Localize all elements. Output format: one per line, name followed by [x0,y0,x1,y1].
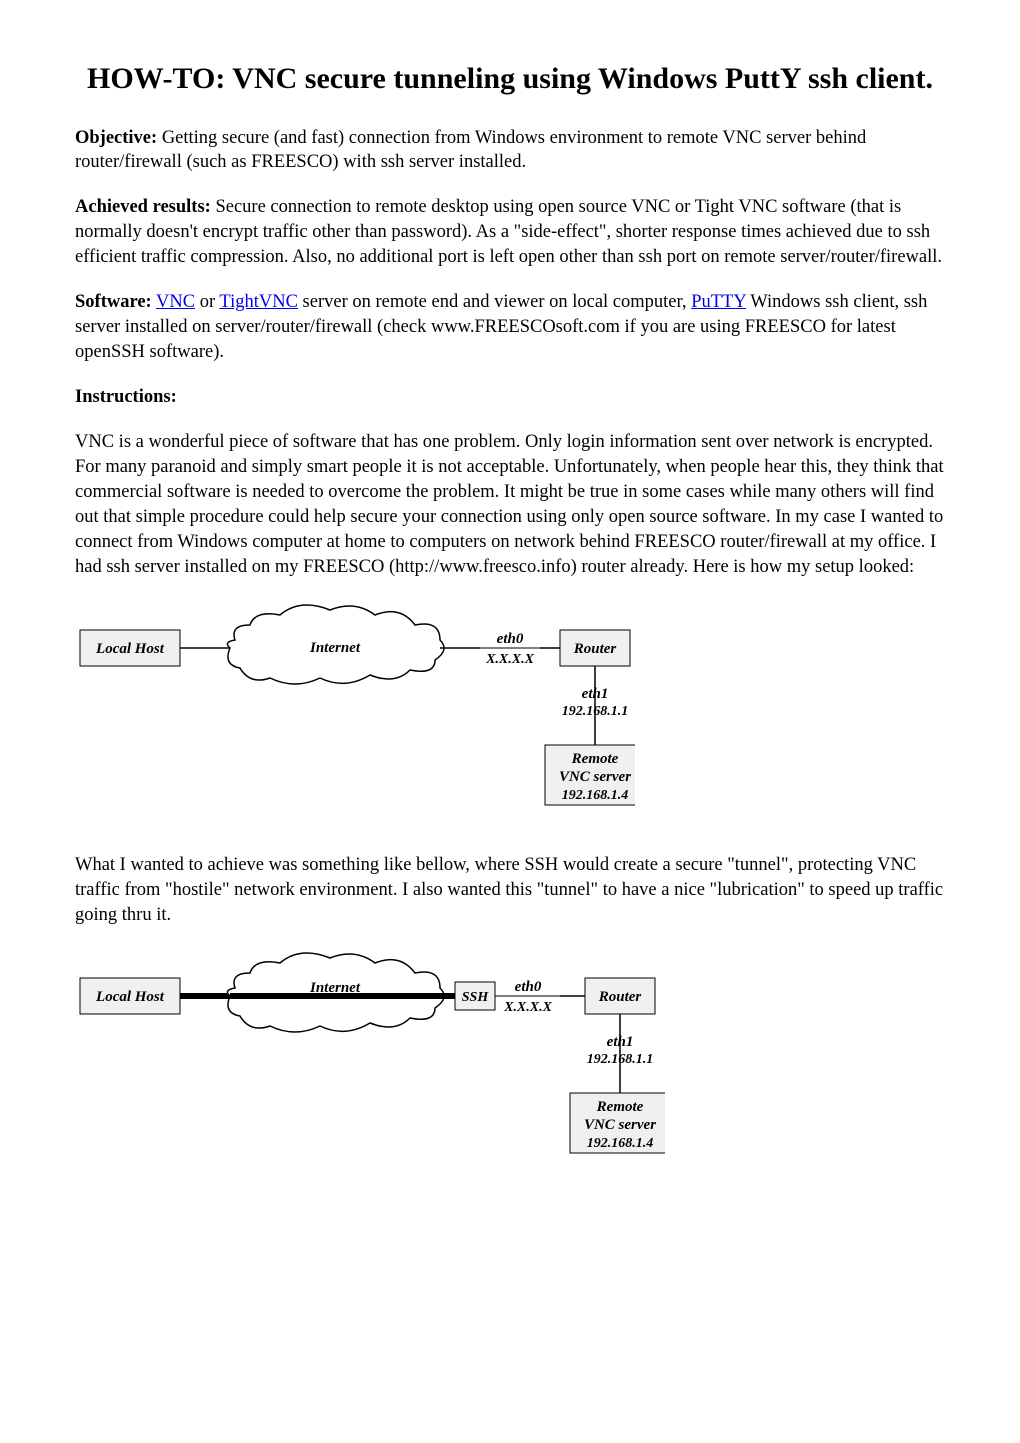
software-mid1: or [195,292,219,312]
diagram2-remote: Remote [596,1099,644,1115]
software-mid2: server on remote end and viewer on local… [298,292,691,312]
diagram1-vnc-server: VNC server [559,769,631,785]
achieved-paragraph: Achieved results: Secure connection to r… [75,195,945,270]
diagram2-vnc-ip: 192.168.1.4 [587,1136,654,1151]
diagram2-eth1: eth1 [607,1034,634,1050]
diagram2-internet: Internet [309,980,361,996]
diagram1-remote: Remote [571,751,619,767]
body-paragraph-2: What I wanted to achieve was something l… [75,853,945,928]
diagram1-eth1: eth1 [582,686,609,702]
instructions-heading: Instructions: [75,385,945,410]
instructions-label: Instructions: [75,387,177,407]
body-paragraph-1: VNC is a wonderful piece of software tha… [75,430,945,580]
diagram2-router: Router [598,989,642,1005]
tightvnc-link[interactable]: TightVNC [219,292,298,312]
diagram2-eth0-ip: X.X.X.X [503,1000,553,1015]
diagram1-eth1-ip: 192.168.1.1 [562,704,629,719]
page-title: HOW-TO: VNC secure tunneling using Windo… [75,60,945,98]
objective-label: Objective: [75,128,157,148]
achieved-label: Achieved results: [75,197,211,217]
diagram1-vnc-ip: 192.168.1.4 [562,788,629,803]
diagram2-vnc-server: VNC server [584,1117,656,1133]
objective-paragraph: Objective: Getting secure (and fast) con… [75,126,945,176]
diagram2-eth0: eth0 [515,979,542,995]
vnc-link[interactable]: VNC [156,292,195,312]
diagram2-eth1-ip: 192.168.1.1 [587,1052,654,1067]
diagram2-ssh: SSH [462,990,490,1005]
diagram1-eth0: eth0 [497,631,524,647]
diagram1-internet: Internet [309,640,361,656]
network-diagram-2: Local Host Internet SSH eth0 X.X.X.X Rou… [75,948,945,1173]
network-diagram-1: Local Host Internet eth0 X.X.X.X Router … [75,600,945,825]
putty-link[interactable]: PuTTY [691,292,746,312]
diagram2-local-host: Local Host [95,989,165,1005]
software-paragraph: Software: VNC or TightVNC server on remo… [75,290,945,365]
software-label: Software: [75,292,152,312]
objective-text: Getting secure (and fast) connection fro… [75,128,866,173]
diagram1-eth0-ip: X.X.X.X [485,652,535,667]
diagram1-local-host: Local Host [95,641,165,657]
diagram1-router: Router [573,641,617,657]
